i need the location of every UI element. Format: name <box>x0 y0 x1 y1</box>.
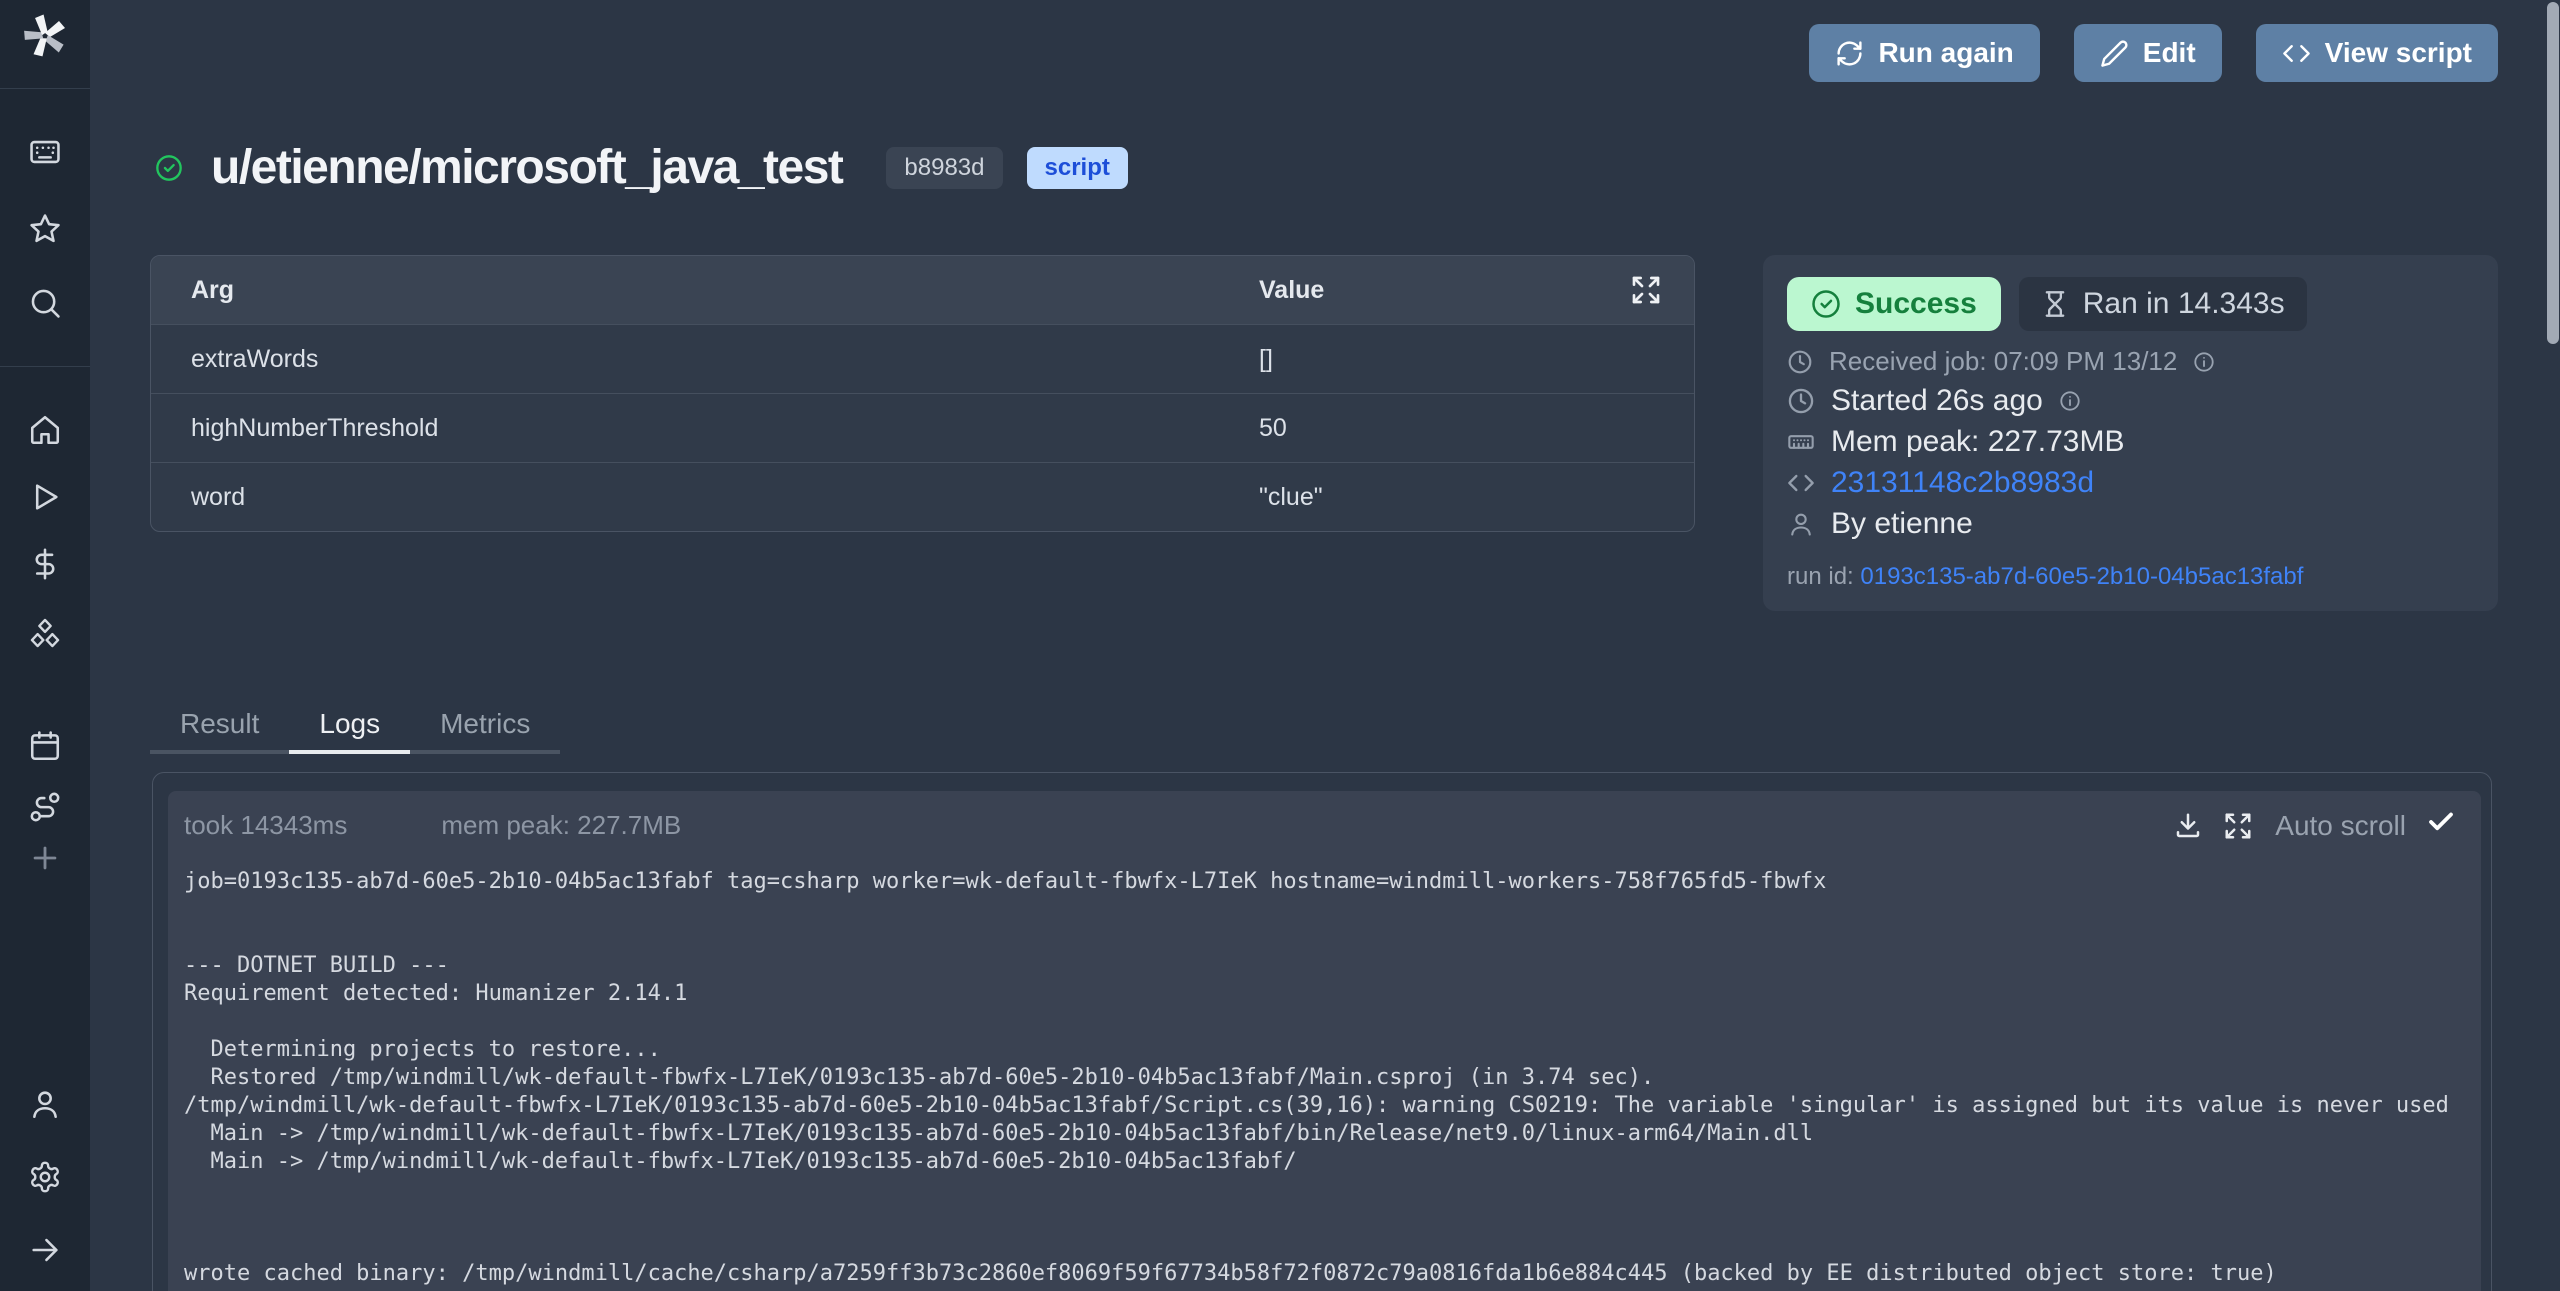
expand-args-icon[interactable] <box>1630 274 1662 306</box>
table-row: highNumberThreshold 50 <box>151 393 1694 462</box>
auto-scroll-label: Auto scroll <box>2275 810 2406 842</box>
info-icon <box>2193 351 2215 373</box>
dollar-sign-icon[interactable] <box>28 547 62 581</box>
run-id-link[interactable]: 0193c135-ab7d-60e5-2b10-04b5ac13fabf <box>1860 563 2303 590</box>
sidebar-divider <box>0 88 90 89</box>
route-icon[interactable] <box>28 790 62 824</box>
clock-icon <box>1787 349 1813 375</box>
check-icon <box>2426 807 2456 837</box>
status-panel: Success Ran in 14.343s Received job: 07:… <box>1763 255 2498 611</box>
arrow-right-icon[interactable] <box>28 1233 62 1267</box>
table-row: extraWords [] <box>151 324 1694 393</box>
hourglass-icon <box>2041 290 2069 318</box>
memory-chip-icon <box>1787 428 1815 456</box>
user-icon[interactable] <box>28 1087 62 1121</box>
title-row: u/etienne/microsoft_java_test b8983d scr… <box>155 140 1128 195</box>
arg-value: 50 <box>1259 414 1287 443</box>
mem-peak-row: Mem peak: 227.73MB <box>1787 425 2474 459</box>
log-content[interactable]: job=0193c135-ab7d-60e5-2b10-04b5ac13fabf… <box>168 868 2473 1288</box>
home-icon[interactable] <box>28 413 62 447</box>
view-script-button[interactable]: View script <box>2256 24 2498 82</box>
windmill-logo-icon[interactable] <box>21 12 69 60</box>
code-icon <box>2282 39 2311 68</box>
resources-boxes-icon[interactable] <box>28 616 62 650</box>
settings-gear-icon[interactable] <box>28 1160 62 1194</box>
pencil-icon <box>2100 39 2129 68</box>
col-arg: Arg <box>151 276 234 305</box>
script-hash-link[interactable]: 23131148c2b8983d <box>1831 466 2094 500</box>
duration-chip: Ran in 14.343s <box>2019 277 2307 331</box>
args-table-header: Arg Value <box>151 256 1694 324</box>
sidebar <box>0 0 90 1291</box>
download-icon[interactable] <box>2173 811 2203 841</box>
run-again-button[interactable]: Run again <box>1809 24 2039 82</box>
star-icon[interactable] <box>28 212 62 246</box>
args-table: Arg Value extraWords [] highNumberThresh… <box>150 255 1695 532</box>
run-id-label: run id: <box>1787 563 1854 590</box>
col-value: Value <box>1259 276 1324 305</box>
arg-value: "clue" <box>1259 483 1323 512</box>
log-mem-peak: mem peak: 227.7MB <box>441 810 681 841</box>
edit-button[interactable]: Edit <box>2074 24 2222 82</box>
page-title: u/etienne/microsoft_java_test <box>211 140 842 195</box>
arg-name: word <box>151 483 245 512</box>
info-icon <box>2059 390 2081 412</box>
log-viewer: took 14343ms mem peak: 227.7MB Auto scro… <box>168 791 2481 1291</box>
success-check-icon <box>155 154 183 182</box>
started-row: Started 26s ago <box>1787 384 2474 418</box>
page-scrollbar[interactable] <box>2547 2 2559 344</box>
arg-name: extraWords <box>151 345 318 374</box>
tab-result[interactable]: Result <box>150 700 289 754</box>
expand-log-icon[interactable] <box>2223 811 2253 841</box>
script-badge: script <box>1027 147 1128 189</box>
check-circle-icon <box>1811 289 1841 319</box>
script-hash-row: 23131148c2b8983d <box>1787 466 2474 500</box>
tabs: Result Logs Metrics <box>150 700 560 754</box>
by-row: By etienne <box>1787 507 2474 541</box>
log-took: took 14343ms <box>184 810 347 841</box>
tab-metrics[interactable]: Metrics <box>410 700 560 754</box>
arg-name: highNumberThreshold <box>151 414 438 443</box>
hash-badge: b8983d <box>886 147 1002 189</box>
run-id-row: run id: 0193c135-ab7d-60e5-2b10-04b5ac13… <box>1787 563 2474 591</box>
clock-icon <box>1787 387 1815 415</box>
status-badge: Success <box>1787 277 2001 331</box>
arg-value: [] <box>1259 345 1273 374</box>
log-header: took 14343ms mem peak: 227.7MB Auto scro… <box>168 791 2481 844</box>
user-icon <box>1787 510 1815 538</box>
received-row: Received job: 07:09 PM 13/12 <box>1787 346 2474 377</box>
sidebar-divider <box>0 366 90 367</box>
auto-scroll-checkbox[interactable] <box>2426 807 2456 844</box>
search-icon[interactable] <box>28 286 62 320</box>
job-run-page: Run again Edit View script u/etienne/mic… <box>0 0 2560 1291</box>
refresh-icon <box>1835 39 1864 68</box>
schedules-calendar-icon[interactable] <box>28 729 62 763</box>
tab-logs[interactable]: Logs <box>289 700 410 754</box>
code-icon <box>1787 469 1815 497</box>
main-content: Run again Edit View script u/etienne/mic… <box>90 0 2560 1291</box>
keyboard-icon[interactable] <box>28 135 62 169</box>
runs-play-icon[interactable] <box>28 480 62 514</box>
plus-icon[interactable] <box>28 841 62 875</box>
log-panel: took 14343ms mem peak: 227.7MB Auto scro… <box>152 772 2492 1291</box>
toolbar: Run again Edit View script <box>1809 24 2498 82</box>
table-row: word "clue" <box>151 462 1694 531</box>
